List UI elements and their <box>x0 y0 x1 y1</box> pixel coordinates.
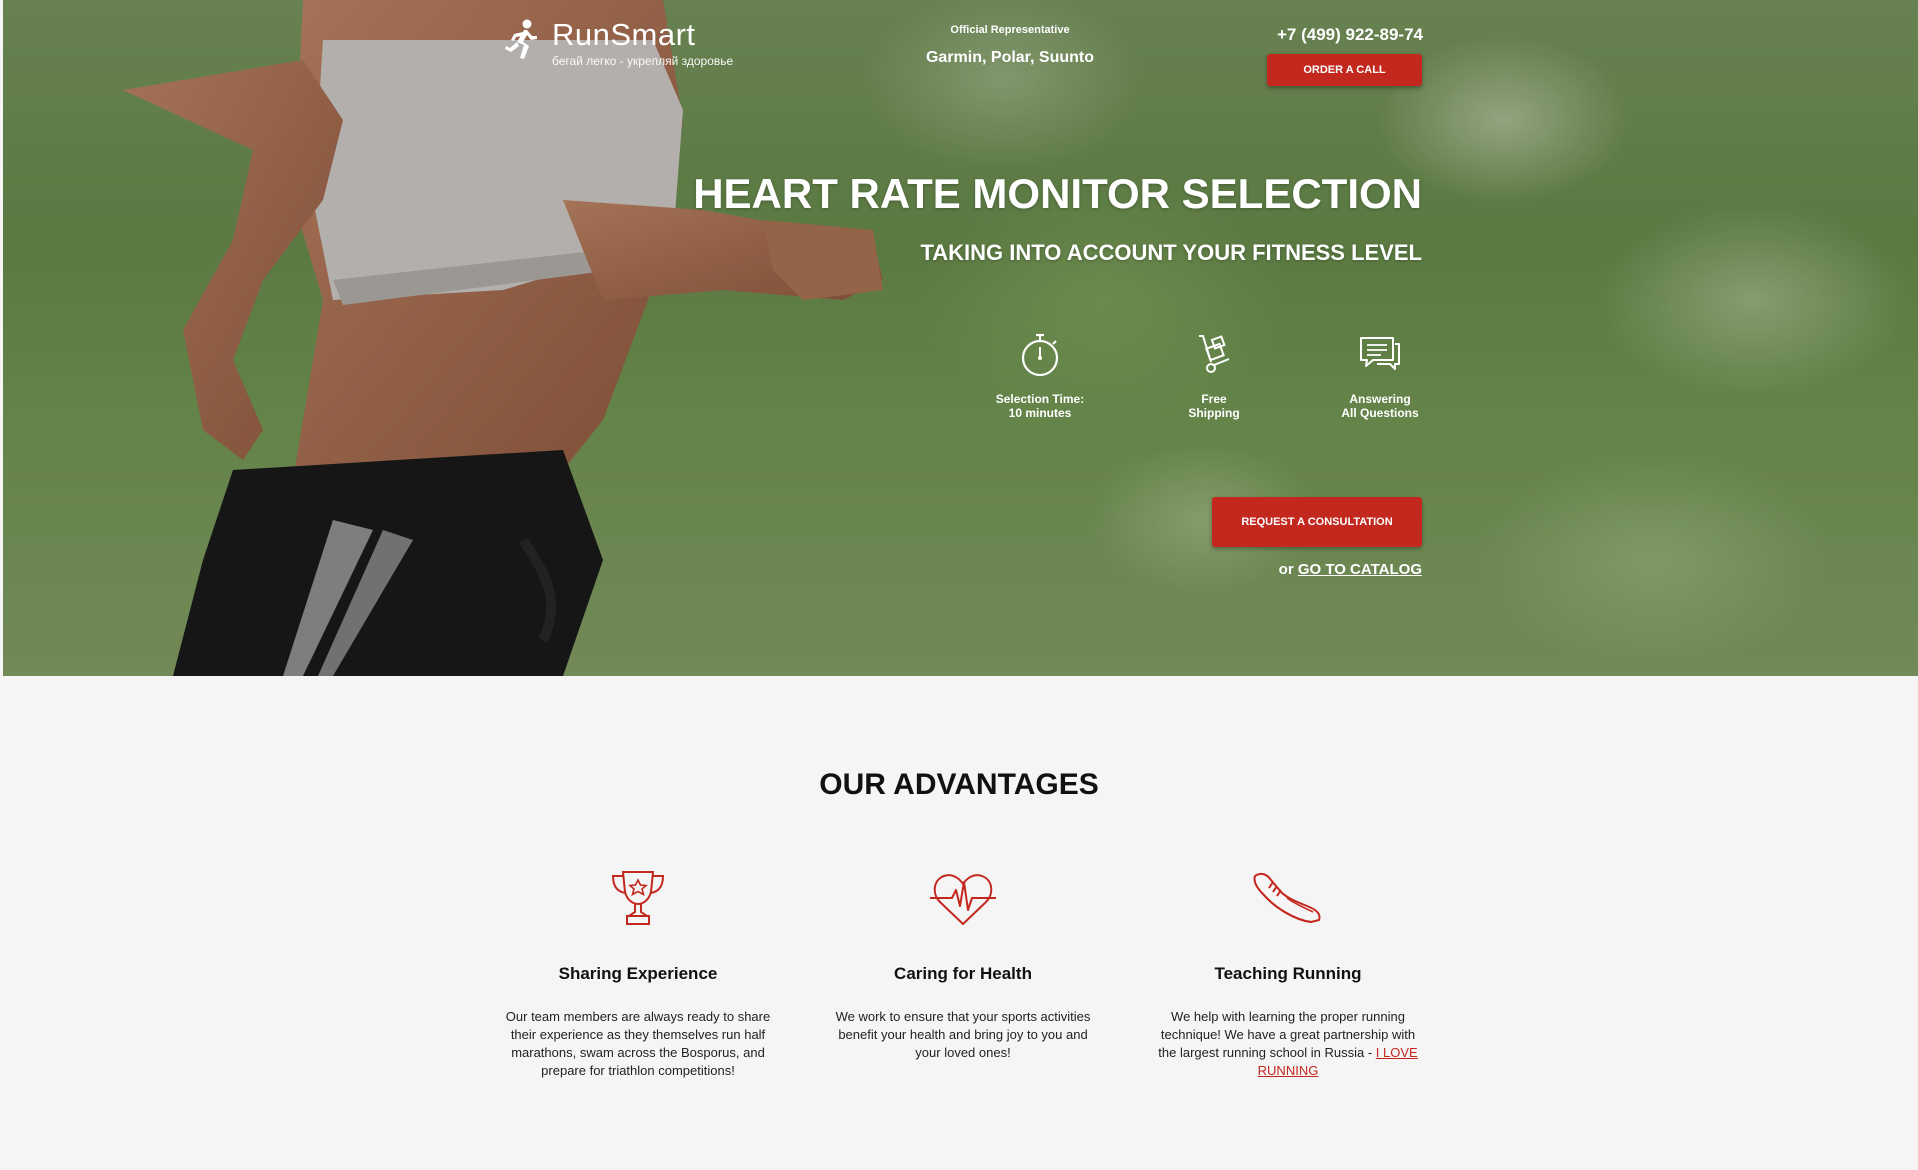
advantage-title: Caring for Health <box>894 964 1032 983</box>
feature-free-shipping: Free Shipping <box>1144 332 1284 420</box>
logo[interactable]: RunSmart бегай легко - укрепляй здоровье <box>502 18 733 68</box>
official-representative: Official Representative Garmin, Polar, S… <box>900 24 1120 67</box>
advantage-title: Sharing Experience <box>558 964 718 983</box>
feature-line1: Free <box>1201 392 1227 406</box>
hero-subtitle: TAKING INTO ACCOUNT YOUR FITNESS LEVEL <box>920 240 1422 265</box>
phone-number[interactable]: +7 (499) 922-89-74 <box>1277 25 1423 45</box>
runner-icon <box>505 19 537 59</box>
advantage-sharing-experience: Sharing Experience Our team members are … <box>503 868 773 1080</box>
feature-line2: All Questions <box>1341 406 1419 420</box>
heartbeat-icon <box>930 874 996 925</box>
brand-name: RunSmart <box>552 17 696 52</box>
catalog-prefix: or <box>1278 561 1298 578</box>
brand-slogan: бегай легко - укрепляй здоровье <box>552 54 734 68</box>
advantage-text: Our team members are always ready to sha… <box>505 1009 771 1078</box>
official-brands: Garmin, Polar, Suunto <box>925 49 1095 66</box>
feature-selection-time: Selection Time: 10 minutes <box>970 332 1110 420</box>
feature-answering-questions: Answering All Questions <box>1310 332 1450 420</box>
order-call-button[interactable]: ORDER A CALL <box>1267 54 1422 86</box>
advantage-text: We help with learning the proper running… <box>1153 1008 1423 1080</box>
hand-truck-icon <box>1199 335 1230 373</box>
catalog-line: or GO TO CATALOG <box>1279 561 1422 578</box>
advantage-teaching-running: Teaching Running We help with learning t… <box>1153 868 1423 1080</box>
sneaker-icon <box>1253 872 1321 923</box>
hero-overlay <box>3 0 1918 676</box>
feature-line2: 10 minutes <box>1008 406 1072 420</box>
hero-banner <box>3 0 1918 676</box>
advantages-title: OUR ADVANTAGES <box>819 768 1099 801</box>
chat-icon <box>1360 337 1400 370</box>
advantage-text: We work to ensure that your sports activ… <box>835 1009 1091 1060</box>
feature-line2: Shipping <box>1188 406 1240 420</box>
stopwatch-icon <box>1021 333 1059 377</box>
request-consultation-button[interactable]: REQUEST A CONSULTATION <box>1212 497 1422 547</box>
feature-line1: Answering <box>1349 392 1411 406</box>
go-to-catalog-link[interactable]: GO TO CATALOG <box>1298 561 1422 578</box>
trophy-icon <box>611 871 665 925</box>
advantage-caring-health: Caring for Health We work to ensure that… <box>828 868 1098 1062</box>
advantage-title: Teaching Running <box>1214 964 1362 983</box>
hero-title: HEART RATE MONITOR SELECTION <box>693 170 1422 217</box>
official-label: Official Representative <box>950 24 1070 36</box>
feature-line1: Selection Time: <box>995 392 1085 406</box>
